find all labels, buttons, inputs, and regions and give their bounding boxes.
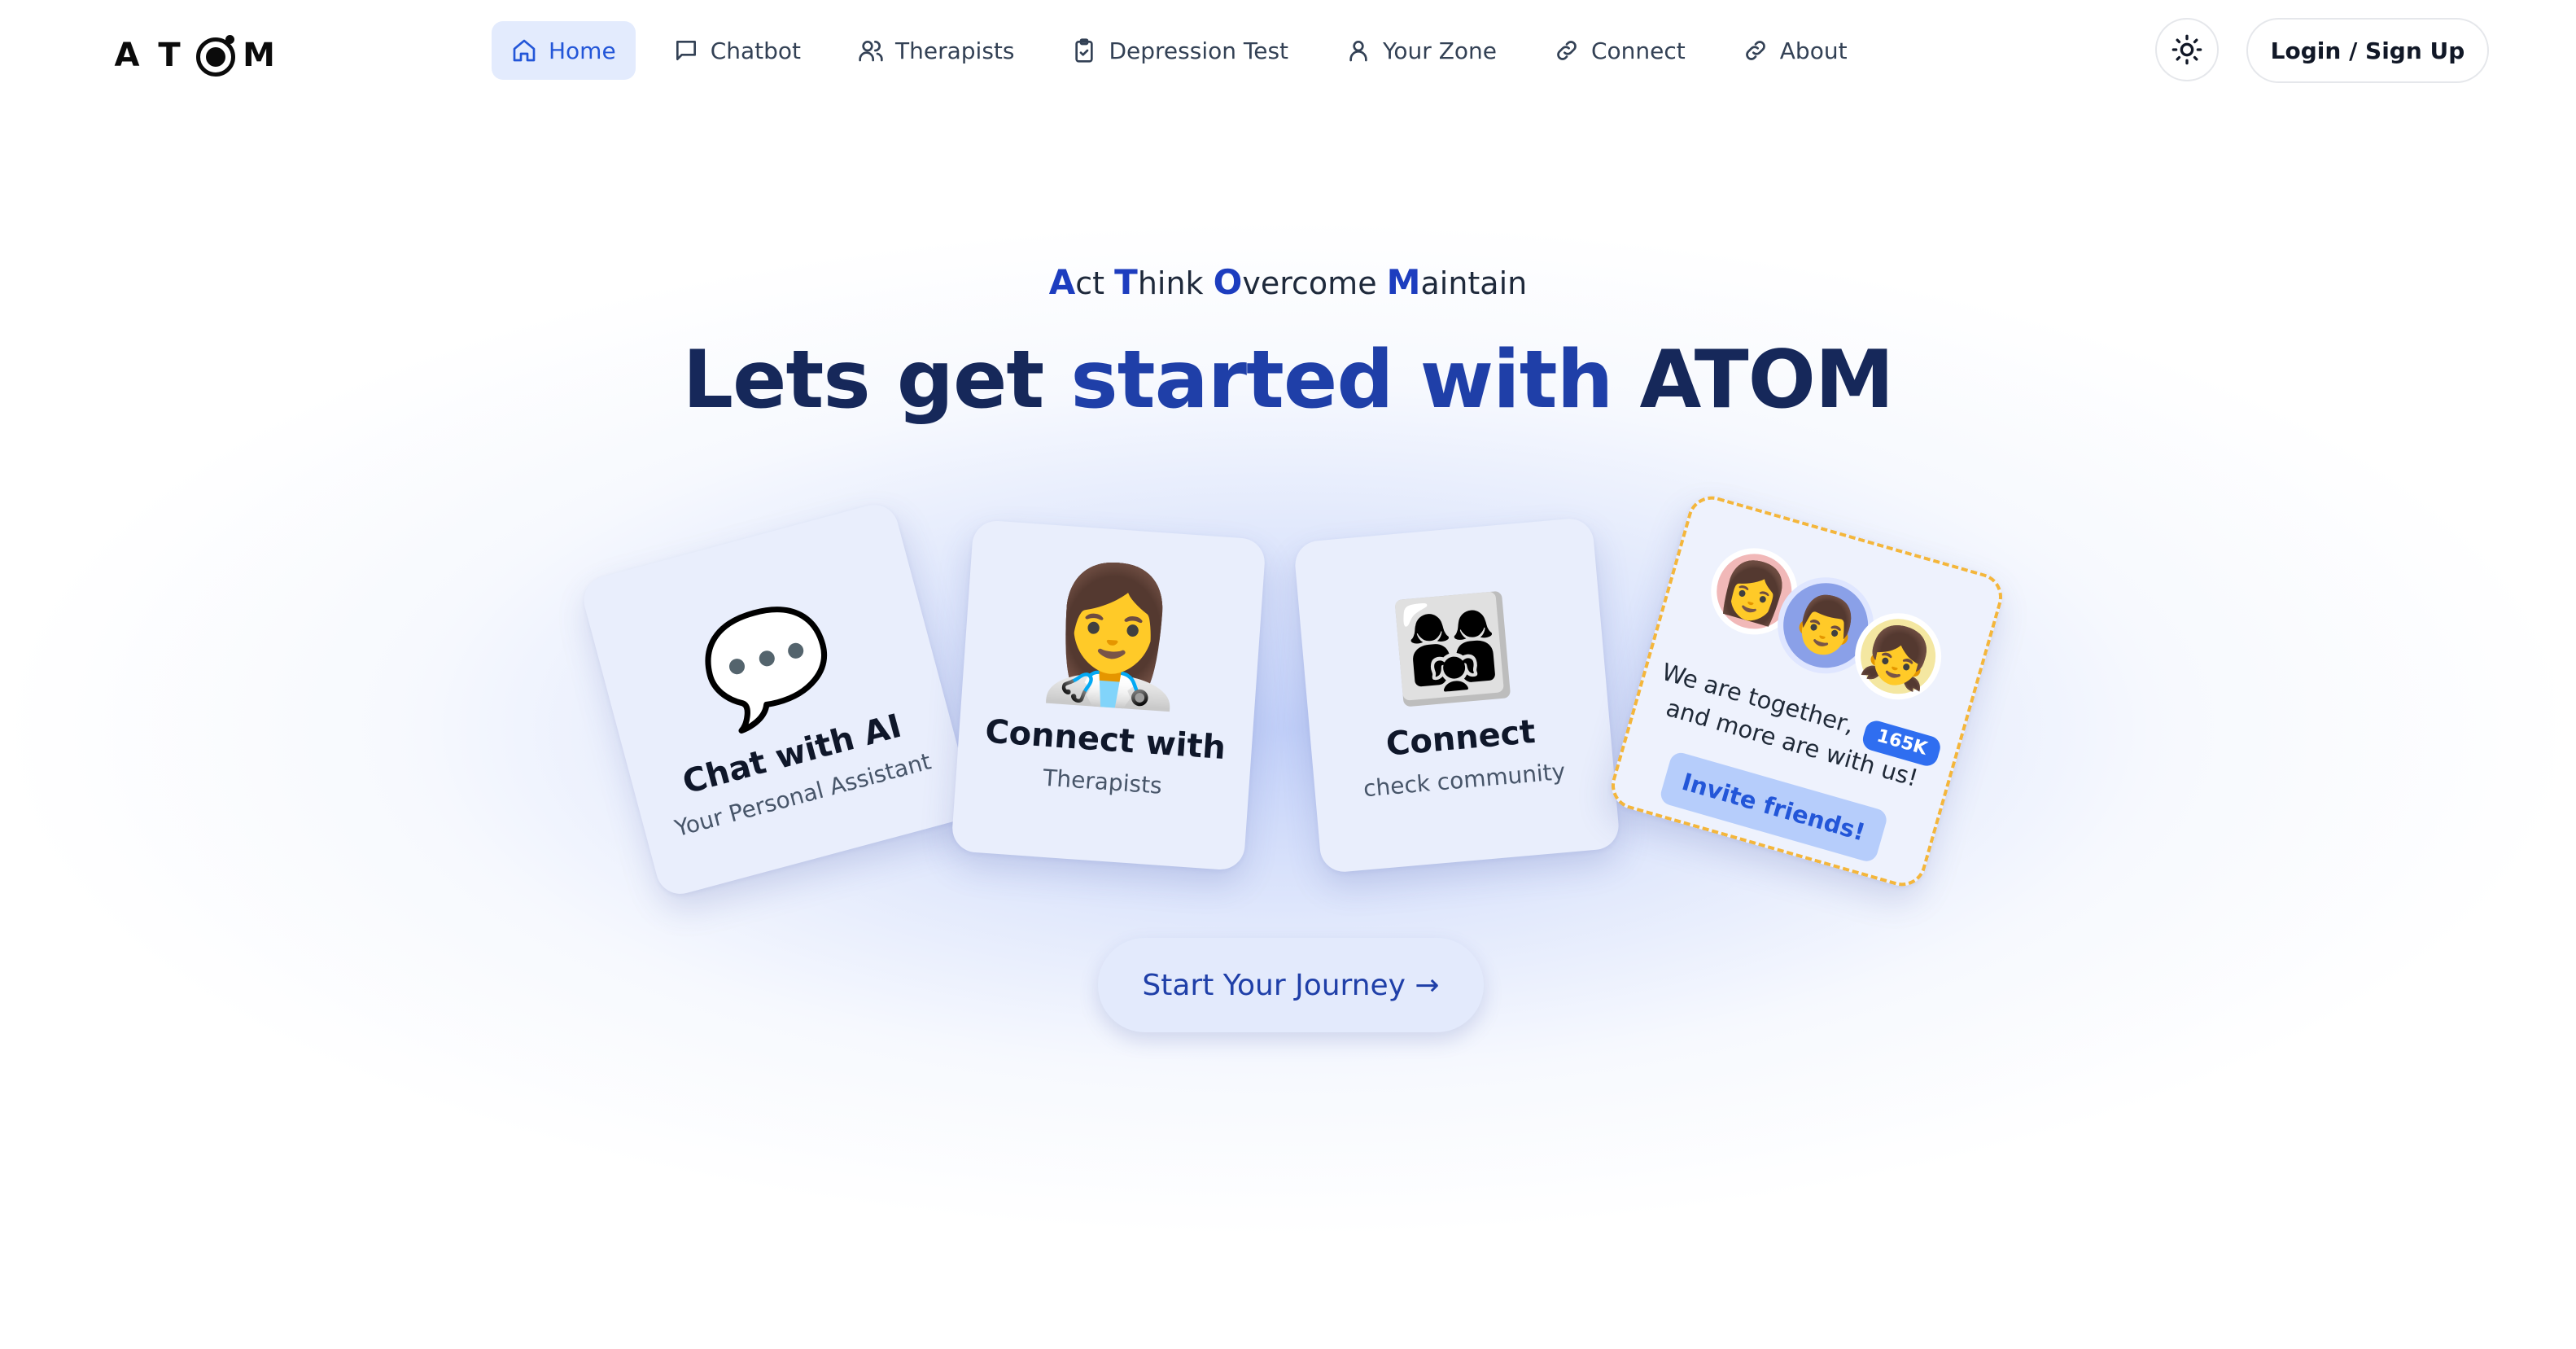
tagline-cap: O xyxy=(1213,262,1243,302)
sun-icon xyxy=(2171,34,2202,65)
nav-item-label: Chatbot xyxy=(710,37,802,64)
nav-item-label: Depression Test xyxy=(1109,37,1289,64)
tagline-cap: M xyxy=(1386,262,1421,302)
nav-item-your-zone[interactable]: Your Zone xyxy=(1326,21,1516,80)
atom-logo-icon xyxy=(194,35,235,77)
link-icon xyxy=(1745,41,1765,60)
nav-item-therapists[interactable]: Therapists xyxy=(838,21,1034,80)
hero-tagline: Act Think Overcome Maintain xyxy=(0,262,2576,302)
tagline-rest: ct xyxy=(1075,265,1105,301)
tagline-cap: T xyxy=(1114,262,1138,302)
nav-item-home[interactable]: Home xyxy=(492,21,636,80)
nav-item-depression-test[interactable]: Depression Test xyxy=(1052,21,1308,80)
card-title: Connect with xyxy=(983,712,1227,768)
hero-title-part2: ATOM xyxy=(1639,334,1894,427)
connect-therapists-card[interactable]: 👩‍⚕️ Connect with Therapists xyxy=(951,519,1266,872)
nav-item-label: Home xyxy=(549,37,616,64)
logo-letter-m: M xyxy=(243,37,275,74)
nav-item-about[interactable]: About xyxy=(1723,21,1867,80)
doctor-emoji-icon: 👩‍⚕️ xyxy=(1026,553,1200,716)
community-group-emoji-icon: 👩‍👩‍👧 xyxy=(1387,587,1519,712)
home-icon xyxy=(513,39,536,62)
nav-item-chatbot[interactable]: Chatbot xyxy=(654,21,820,80)
nav-item-label: About xyxy=(1779,37,1848,64)
nav-item-label: Therapists xyxy=(895,37,1015,64)
link-icon xyxy=(1557,41,1577,60)
nav-item-connect[interactable]: Connect xyxy=(1534,21,1705,80)
tagline-rest: hink xyxy=(1137,265,1204,301)
atom-logo[interactable]: A T M xyxy=(106,33,280,78)
tagline-rest: vercome xyxy=(1242,265,1377,301)
users-icon xyxy=(859,41,883,62)
start-journey-button[interactable]: Start Your Journey → xyxy=(1098,938,1484,1032)
tagline-rest: aintain xyxy=(1420,265,1528,301)
theme-toggle-button[interactable] xyxy=(2155,18,2219,81)
clipboard-check-icon xyxy=(1075,38,1094,63)
hero-title-part1: Lets get xyxy=(682,334,1045,427)
connect-community-card[interactable]: 👩‍👩‍👧 Connect check community xyxy=(1292,516,1621,874)
nav-item-label: Connect xyxy=(1591,37,1686,64)
hero-title: Lets get started with ATOM xyxy=(0,334,2576,427)
logo-letter-a: A xyxy=(114,37,140,74)
main-nav: Home Chatbot Therapists Depression Test … xyxy=(492,21,1867,80)
chat-bubble-icon xyxy=(676,41,696,60)
user-icon xyxy=(1349,41,1367,62)
hero-title-accent: started with xyxy=(1070,334,1613,427)
login-signup-button[interactable]: Login / Sign Up xyxy=(2246,18,2489,83)
nav-item-label: Your Zone xyxy=(1383,37,1497,64)
tagline-cap: A xyxy=(1048,262,1076,302)
logo-letter-t: T xyxy=(158,37,181,74)
